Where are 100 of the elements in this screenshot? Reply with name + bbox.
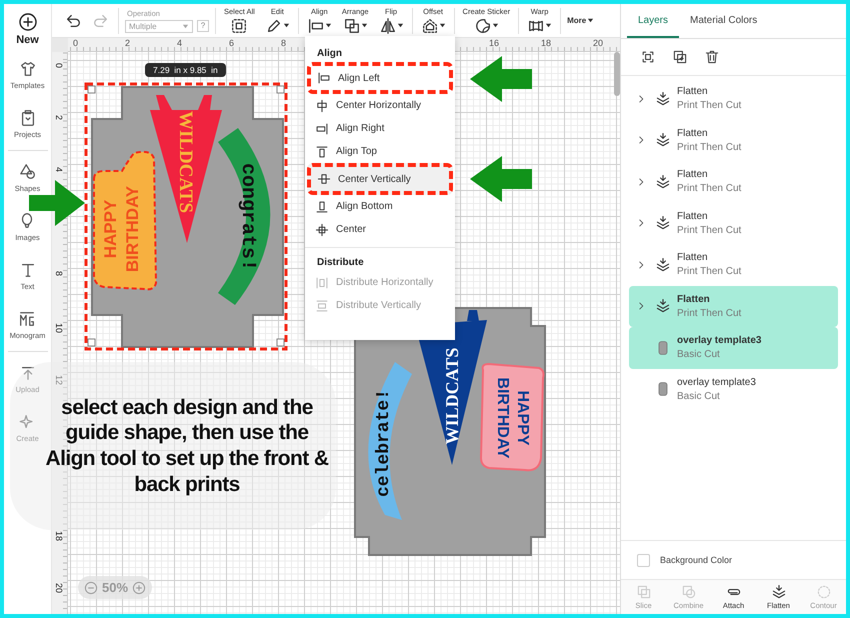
- layer-name: Flatten: [677, 294, 711, 305]
- ruler-number: 0: [54, 63, 64, 68]
- duplicate-button[interactable]: [671, 48, 689, 66]
- offset-icon: [420, 16, 439, 34]
- ruler-number: 2: [54, 115, 64, 120]
- checkbox-label: Background Color: [660, 555, 732, 565]
- menu-item[interactable]: Center Vertically: [307, 163, 453, 195]
- ruler-number: 18: [541, 38, 552, 48]
- ruler-number: 8: [54, 271, 64, 276]
- combine-icon: [680, 584, 696, 600]
- layer-operation: Print Then Cut: [677, 224, 742, 236]
- menu-item[interactable]: Align Bottom: [305, 195, 455, 218]
- sticker-icon: [474, 16, 492, 34]
- ruler-number: 2: [125, 38, 130, 48]
- monogram-icon: [18, 310, 36, 328]
- group-icon: [640, 49, 656, 65]
- delete-button[interactable]: [703, 48, 721, 66]
- ruler-number: 16: [489, 38, 500, 48]
- layer-operation: Print Then Cut: [677, 266, 742, 278]
- layer-name: Flatten: [677, 86, 709, 98]
- caret-icon: [182, 22, 189, 30]
- caret-icon: [360, 22, 368, 29]
- flatten-icon: [655, 90, 671, 107]
- ruler-number: 12: [54, 375, 64, 386]
- pointer-arrow: [468, 54, 534, 104]
- menu-item[interactable]: Center Horizontally: [305, 94, 455, 117]
- menu-item[interactable]: Center: [305, 218, 455, 241]
- center-vertical-icon: [317, 172, 331, 186]
- contour-icon: [816, 584, 832, 600]
- menu-item[interactable]: Align Left: [307, 62, 453, 94]
- menu-heading: Distribute: [316, 256, 365, 270]
- center-icon: [315, 222, 329, 236]
- layer-name: Flatten: [677, 252, 709, 264]
- flatten-icon: [655, 215, 671, 232]
- layer-name: overlay template3: [677, 335, 762, 346]
- layer-row[interactable]: Flatten Print Then Cut: [629, 161, 838, 202]
- layer-operation: Print Then Cut: [677, 308, 742, 319]
- scrollbar[interactable]: [614, 52, 620, 96]
- arrange-icon: [342, 16, 361, 34]
- flatten-icon: [655, 132, 671, 148]
- align-top-icon: [315, 144, 329, 158]
- ruler-number: 10: [54, 323, 64, 334]
- banner-text: celebrate!: [374, 388, 394, 498]
- checkbox[interactable]: [637, 554, 650, 566]
- layer-name: overlay template3: [677, 376, 756, 388]
- layer-row[interactable]: overlay template3 Basic Cut: [629, 327, 838, 368]
- ruler-number: 20: [54, 583, 64, 594]
- layer-row[interactable]: overlay template3 Basic Cut: [629, 368, 838, 410]
- flatten-icon: [770, 584, 786, 600]
- align-bottom-icon: [315, 200, 329, 214]
- shirt-icon: [18, 60, 36, 78]
- flatten-icon: [655, 174, 671, 190]
- layer-operation: Print Then Cut: [677, 142, 742, 153]
- pointer-arrow: [468, 154, 534, 204]
- ruler-number: 4: [54, 167, 64, 172]
- caret-icon: [545, 22, 552, 29]
- caret-icon: [324, 22, 332, 29]
- caret-icon: [282, 22, 290, 29]
- zoom-level: 50%: [102, 580, 128, 595]
- distribute-horizontal-icon: [315, 276, 329, 290]
- ruler-number: 20: [593, 38, 604, 48]
- layer-operation: Basic Cut: [677, 349, 721, 360]
- flip-icon: [378, 16, 397, 34]
- align-left-icon: [306, 16, 325, 34]
- slice-icon: [636, 584, 652, 600]
- select-all-icon: [230, 16, 248, 34]
- layer-row[interactable]: Flatten Print Then Cut: [629, 286, 838, 327]
- menu-heading: Align: [316, 47, 343, 61]
- layer-operation: Print Then Cut: [677, 100, 742, 112]
- trash-icon: [704, 49, 720, 65]
- menu-item[interactable]: Align Right: [305, 117, 455, 140]
- ruler-number: 6: [229, 38, 234, 48]
- banner-text: congrats!: [236, 162, 259, 272]
- center-horizontal-icon: [315, 98, 329, 112]
- layer-row[interactable]: Flatten Print Then Cut: [629, 202, 838, 244]
- annotation-text: select each design and the guide shape, then use the Align tool to set up the front & back prints: [44, 394, 330, 498]
- pennant-text: WILDCATS: [442, 348, 462, 444]
- more-button[interactable]: More: [567, 16, 594, 25]
- layer-name: Flatten: [677, 169, 709, 180]
- layer-row[interactable]: Flatten Print Then Cut: [629, 78, 838, 120]
- pennant-text: WILDCATS: [175, 110, 196, 214]
- layer-row[interactable]: Flatten Print Then Cut: [629, 120, 838, 161]
- caret-icon: [492, 22, 499, 29]
- birthday-sticker: HAPPY BIRTHDAY: [480, 363, 544, 472]
- plus-icon: [18, 12, 38, 32]
- layer-operation: Basic Cut: [677, 390, 721, 402]
- caret-icon: [396, 22, 404, 29]
- menu-item[interactable]: Align Top: [305, 140, 455, 163]
- panel-tab[interactable]: Layers: [627, 4, 680, 38]
- new-button[interactable]: New: [16, 12, 39, 46]
- align-left-icon: [317, 71, 331, 85]
- panel-tab[interactable]: Material Colors: [679, 4, 768, 38]
- ruler-number: 4: [177, 38, 182, 48]
- layer-row[interactable]: Flatten Print Then Cut: [629, 244, 838, 286]
- layer-operation: Print Then Cut: [677, 183, 742, 194]
- caret-icon: [438, 22, 446, 29]
- distribute-vertical-icon: [315, 298, 329, 312]
- caret-icon: [587, 17, 594, 24]
- shapes-icon: [18, 162, 36, 180]
- ruler-number: 0: [73, 38, 78, 48]
